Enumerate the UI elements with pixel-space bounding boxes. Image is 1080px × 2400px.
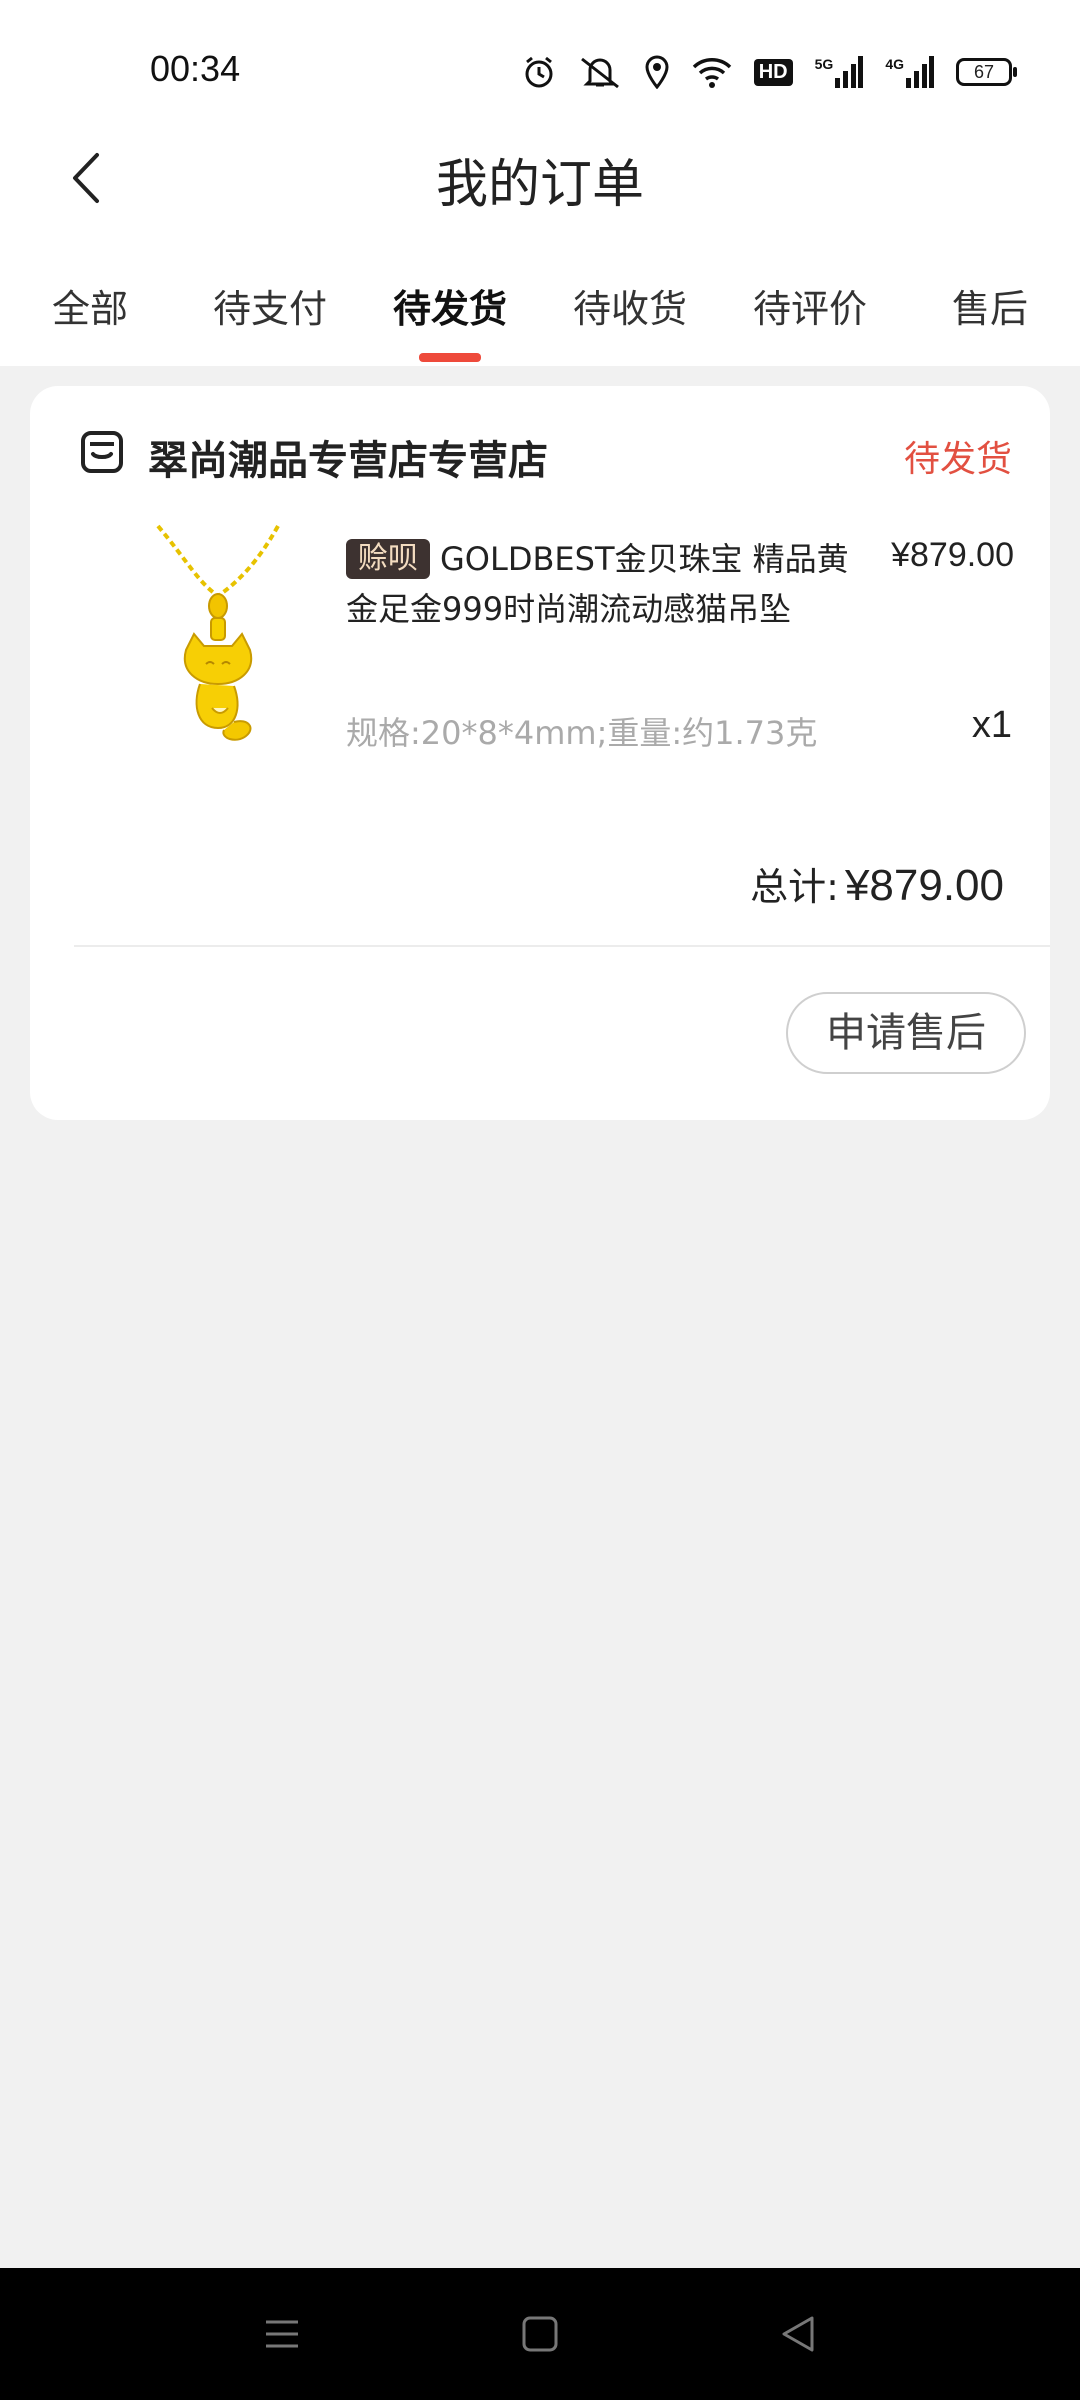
back-icon[interactable] (768, 2310, 828, 2358)
divider (74, 945, 1050, 947)
home-icon[interactable] (510, 2310, 570, 2358)
tab-all[interactable]: 全部 (0, 272, 180, 362)
order-status: 待发货 (903, 439, 1012, 480)
status-time: 00:34 (150, 48, 241, 89)
total-row: 总计: ¥879.00 (750, 856, 1004, 911)
tab-active-indicator (419, 353, 481, 362)
tab-pending-shipment[interactable]: 待发货 (360, 272, 540, 362)
status-icons: HD 5G 4G 67 (522, 52, 1017, 92)
order-card[interactable]: 翠尚潮品专营店专营店 待发货 赊呗 GOLDBEST金贝珠宝 精品黄金足金999时… (30, 386, 1050, 1120)
tab-label: 待发货 (392, 287, 507, 331)
status-bar: 00:34 HD 5G 4G 67 (0, 0, 1080, 140)
tab-pending-receipt[interactable]: 待收货 (540, 272, 720, 362)
apply-after-sales-button[interactable]: 申请售后 (786, 992, 1026, 1074)
mute-icon (578, 55, 622, 89)
product-title: 赊呗 GOLDBEST金贝珠宝 精品黄金足金999时尚潮流动感猫吊坠 (346, 534, 876, 634)
wifi-icon (692, 55, 732, 89)
net2-label: 4G (885, 56, 904, 72)
header: 我的订单 (0, 130, 1080, 230)
tab-pending-payment[interactable]: 待支付 (180, 272, 360, 362)
battery-icon: 67 (956, 58, 1017, 86)
product-quantity: x1 (971, 704, 1012, 746)
page-title: 我的订单 (435, 155, 644, 215)
product-price: ¥879.00 (891, 536, 1014, 574)
product-spec: 规格:20*8*4mm;重量:约1.73克 (346, 714, 818, 752)
store-name: 翠尚潮品专营店专营店 (148, 438, 548, 484)
menu-icon[interactable] (252, 2310, 312, 2358)
product-info[interactable]: 赊呗 GOLDBEST金贝珠宝 精品黄金足金999时尚潮流动感猫吊坠 (346, 534, 876, 634)
total-label: 总计: (750, 865, 839, 909)
alarm-icon (522, 55, 556, 89)
store-icon (80, 430, 124, 478)
store-row[interactable]: 翠尚潮品专营店专营店 待发货 (80, 422, 1012, 488)
signal-4g-icon: 4G (885, 56, 934, 88)
net1-label: 5G (814, 56, 834, 72)
tab-after-sales[interactable]: 售后 (900, 272, 1080, 362)
credit-tag: 赊呗 (346, 539, 430, 579)
tab-pending-review[interactable]: 待评价 (720, 272, 900, 362)
total-value: ¥879.00 (844, 861, 1004, 910)
system-nav-bar (0, 2268, 1080, 2400)
hd-icon: HD (753, 58, 793, 86)
location-icon (644, 55, 670, 89)
product-image[interactable] (118, 522, 318, 752)
order-tabs: 全部 待支付 待发货 待收货 待评价 售后 (0, 272, 1080, 362)
signal-5g-icon: 5G (815, 56, 864, 88)
